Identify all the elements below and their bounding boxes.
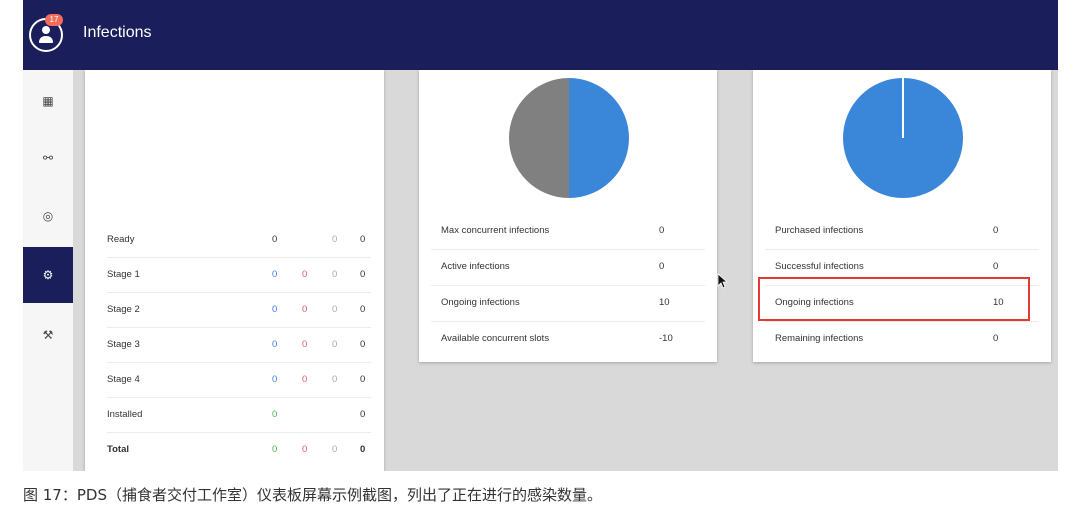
stat-label: Max concurrent infections bbox=[441, 225, 550, 236]
avatar-body bbox=[39, 36, 53, 43]
stage-count-total: 0 bbox=[360, 374, 366, 385]
stat-row: Active infections 0 bbox=[431, 249, 705, 286]
stage-count-2: 0 bbox=[302, 444, 308, 455]
stage-label: Installed bbox=[107, 409, 143, 420]
stat-label: Successful infections bbox=[775, 261, 864, 272]
stat-row: Max concurrent infections 0 bbox=[431, 213, 705, 250]
avatar-head bbox=[42, 26, 50, 34]
notification-badge: 17 bbox=[45, 14, 63, 26]
stage-count-1: 0 bbox=[272, 444, 278, 455]
purchases-pie-chart bbox=[843, 78, 963, 198]
mouse-cursor-icon bbox=[717, 273, 727, 289]
stage-count-1: 0 bbox=[272, 339, 278, 350]
stage-count-2: 0 bbox=[302, 304, 308, 315]
stat-label: Remaining infections bbox=[775, 333, 864, 344]
stage-label: Ready bbox=[107, 234, 135, 245]
concurrency-card: Max concurrent infections 0 Active infec… bbox=[419, 70, 717, 362]
stage-count-3: 0 bbox=[332, 269, 338, 280]
stat-row: Remaining infections 0 bbox=[765, 321, 1039, 357]
stat-value: 0 bbox=[993, 333, 999, 344]
stage-count-total: 0 bbox=[360, 444, 366, 455]
stage-count-3: 0 bbox=[332, 444, 338, 455]
stat-value: 0 bbox=[659, 225, 665, 236]
stage-row-ready: Ready 0 0 0 bbox=[107, 222, 371, 258]
stat-value: 0 bbox=[659, 261, 665, 272]
stat-value: 0 bbox=[993, 225, 999, 236]
stage-count-3: 0 bbox=[332, 339, 338, 350]
dashboard-icon[interactable]: ▦ bbox=[23, 73, 73, 129]
stage-label: Stage 3 bbox=[107, 339, 140, 350]
stage-count-total: 0 bbox=[360, 339, 366, 350]
pie-slice-blue bbox=[569, 78, 629, 198]
stat-value: 10 bbox=[659, 297, 670, 308]
stage-row-2: Stage 2 0 0 0 0 bbox=[107, 292, 371, 328]
stat-row: Ongoing infections 10 bbox=[431, 285, 705, 322]
top-bar: 17 Infections bbox=[23, 0, 1058, 70]
stage-label: Stage 2 bbox=[107, 304, 140, 315]
stat-row: Available concurrent slots -10 bbox=[431, 321, 705, 357]
sidebar: ▦ ⚯ ◎ ⚙ ⚒ bbox=[23, 70, 73, 471]
stage-count-1: 0 bbox=[272, 234, 278, 245]
stage-count-total: 0 bbox=[360, 269, 366, 280]
stage-count-2: 0 bbox=[302, 269, 308, 280]
network-icon[interactable]: ⚯ bbox=[23, 130, 73, 186]
stage-label: Stage 4 bbox=[107, 374, 140, 385]
stage-count-3: 0 bbox=[332, 374, 338, 385]
stage-count-total: 0 bbox=[360, 304, 366, 315]
dashboard-screenshot: 17 Infections ▦ ⚯ ◎ ⚙ ⚒ Ready 0 0 0 Stag… bbox=[23, 0, 1058, 471]
stage-count-3: 0 bbox=[332, 304, 338, 315]
concurrency-pie-chart bbox=[509, 78, 629, 198]
bug-icon[interactable]: ⚙ bbox=[23, 247, 73, 303]
stage-row-total: Total 0 0 0 0 bbox=[107, 432, 371, 467]
stages-card: Ready 0 0 0 Stage 1 0 0 0 0 Stage 2 0 0 … bbox=[85, 70, 384, 471]
purchases-card: Purchased infections 0 Successful infect… bbox=[753, 70, 1051, 362]
stat-label: Ongoing infections bbox=[441, 297, 520, 308]
stat-row: Purchased infections 0 bbox=[765, 213, 1039, 250]
stat-value: 0 bbox=[993, 261, 999, 272]
stat-label: Active infections bbox=[441, 261, 510, 272]
stage-count-total: 0 bbox=[360, 234, 366, 245]
stage-row-3: Stage 3 0 0 0 0 bbox=[107, 327, 371, 363]
stage-count-1: 0 bbox=[272, 409, 278, 420]
tools-icon[interactable]: ⚒ bbox=[23, 307, 73, 363]
stage-count-1: 0 bbox=[272, 304, 278, 315]
stage-row-installed: Installed 0 0 bbox=[107, 397, 371, 433]
highlight-box bbox=[758, 277, 1030, 321]
stage-count-2: 0 bbox=[302, 374, 308, 385]
stat-label: Available concurrent slots bbox=[441, 333, 550, 344]
stage-count-1: 0 bbox=[272, 269, 278, 280]
stage-count-total: 0 bbox=[360, 409, 366, 420]
figure-caption: 图 17：PDS（捕食者交付工作室）仪表板屏幕示例截图，列出了正在进行的感染数量… bbox=[23, 486, 602, 504]
page-title: Infections bbox=[83, 24, 152, 41]
stage-row-4: Stage 4 0 0 0 0 bbox=[107, 362, 371, 398]
stage-row-1: Stage 1 0 0 0 0 bbox=[107, 257, 371, 293]
stage-count-3: 0 bbox=[332, 234, 338, 245]
target-icon[interactable]: ◎ bbox=[23, 188, 73, 244]
stat-value: -10 bbox=[659, 333, 673, 344]
stage-label: Stage 1 bbox=[107, 269, 140, 280]
stage-label: Total bbox=[107, 444, 129, 455]
pie-slice-grey bbox=[509, 78, 569, 198]
stat-label: Purchased infections bbox=[775, 225, 864, 236]
stage-count-2: 0 bbox=[302, 339, 308, 350]
stage-count-1: 0 bbox=[272, 374, 278, 385]
